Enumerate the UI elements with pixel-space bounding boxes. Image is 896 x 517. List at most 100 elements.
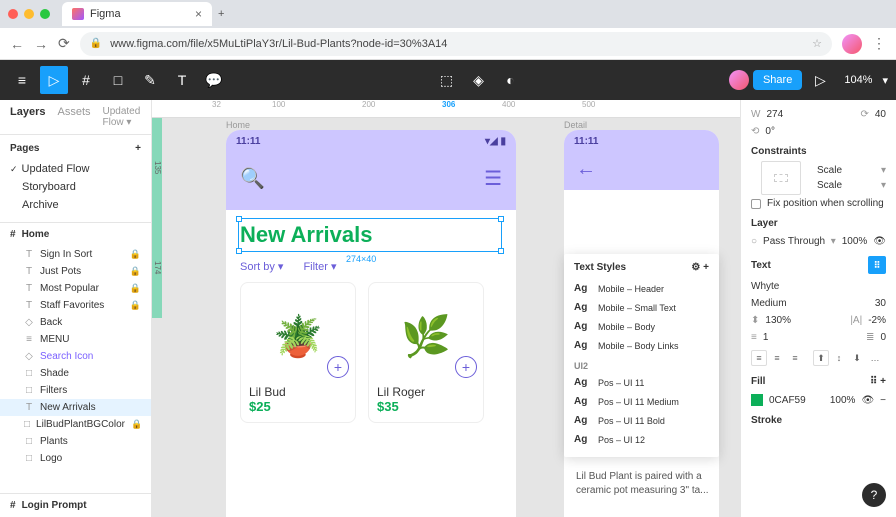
frame-label-detail[interactable]: Detail [564, 120, 587, 130]
layer-item[interactable]: TMost Popular🔒 [0, 280, 151, 297]
fill-hex[interactable]: 0CAF59 [769, 395, 824, 406]
constraint-widget[interactable] [761, 161, 801, 195]
constraint-h[interactable]: Scale▾ [817, 165, 886, 176]
layer-item[interactable]: TSign In Sort🔒 [0, 246, 151, 263]
align-left-icon[interactable]: ≡ [751, 350, 767, 366]
reload-icon[interactable]: ⟳ [58, 35, 70, 52]
text-tool[interactable]: T [168, 66, 196, 94]
fill-visibility-icon[interactable]: 👁 [861, 395, 874, 406]
browser-menu-icon[interactable]: ⋮ [872, 35, 886, 52]
tab-layers[interactable]: Layers [10, 106, 45, 128]
layer-item[interactable]: □LilBudPlantBGColor🔒 [0, 416, 151, 433]
zoom-chevron-icon[interactable]: ▾ [882, 74, 888, 87]
fill-swatch[interactable] [751, 394, 763, 406]
layer-item[interactable]: ≡MENU [0, 331, 151, 348]
bookmark-icon[interactable]: ☆ [812, 37, 822, 50]
layer-item[interactable]: □Shade [0, 365, 151, 382]
text-style-item[interactable]: AgPos – UI 11 Medium [564, 392, 719, 411]
menu-icon[interactable]: ≡ [8, 66, 36, 94]
user-avatar[interactable] [729, 70, 749, 90]
share-button[interactable]: Share [753, 70, 802, 90]
font-weight[interactable]: Medium [751, 298, 869, 309]
remove-fill-icon[interactable]: − [880, 395, 886, 406]
flow-dropdown[interactable]: Updated Flow ▾ [103, 106, 142, 128]
align-middle-icon[interactable]: ↕ [831, 350, 847, 366]
layer-opacity[interactable]: 100% [842, 236, 868, 247]
frame-label-home[interactable]: Home [226, 120, 250, 130]
constraint-v[interactable]: Scale▾ [817, 180, 886, 191]
settings-icon[interactable]: ⚙ [691, 262, 700, 273]
minimize-window[interactable] [24, 9, 34, 19]
layer-item[interactable]: TJust Pots🔒 [0, 263, 151, 280]
text-style-item[interactable]: AgMobile – Body [564, 317, 719, 336]
shape-tool[interactable]: □ [104, 66, 132, 94]
pen-tool[interactable]: ✎ [136, 66, 164, 94]
comment-tool[interactable]: 💬 [200, 66, 228, 94]
fill-style-icon[interactable]: ⠿ [870, 376, 877, 387]
layer-item[interactable]: □Plants [0, 433, 151, 450]
page-item[interactable]: Archive [10, 196, 141, 214]
layer-label: Layer [741, 212, 896, 233]
add-button: + [455, 356, 477, 378]
maximize-window[interactable] [40, 9, 50, 19]
help-button[interactable]: ? [862, 483, 886, 507]
text-style-item[interactable]: AgMobile – Header [564, 279, 719, 298]
page-item[interactable]: Updated Flow [10, 160, 141, 178]
layer-item[interactable]: □Logo [0, 450, 151, 467]
mask-icon[interactable]: ◐ [496, 66, 524, 94]
paragraph-spacing[interactable]: 0 [880, 332, 886, 343]
page-item[interactable]: Storyboard [10, 178, 141, 196]
blend-mode[interactable]: Pass Through▾ [763, 236, 836, 247]
edit-object-icon[interactable]: ⬚ [432, 66, 460, 94]
present-icon[interactable]: ▷ [806, 66, 834, 94]
profile-avatar[interactable] [842, 34, 862, 54]
text-style-item[interactable]: AgPos – UI 12 [564, 430, 719, 449]
url-field[interactable]: 🔒 www.figma.com/file/x5MuLtiPlaY3r/Lil-B… [80, 32, 832, 56]
frame-icon: # [10, 229, 16, 240]
layer-item[interactable]: ◇Search Icon [0, 348, 151, 365]
tab-assets[interactable]: Assets [57, 106, 90, 128]
fill-opacity[interactable]: 100% [830, 395, 856, 406]
layer-item[interactable]: TStaff Favorites🔒 [0, 297, 151, 314]
text-style-item[interactable]: AgPos – UI 11 Bold [564, 411, 719, 430]
layer-item[interactable]: ◇Back [0, 314, 151, 331]
text-style-item[interactable]: AgMobile – Small Text [564, 298, 719, 317]
letter-spacing[interactable]: -2% [868, 315, 886, 326]
line-height[interactable]: 130% [765, 315, 844, 326]
paragraph-indent[interactable]: 1 [763, 332, 860, 343]
add-style-icon[interactable]: + [703, 262, 709, 273]
add-page-icon[interactable]: + [135, 143, 141, 154]
zoom-level[interactable]: 104% [838, 74, 878, 86]
add-fill-icon[interactable]: + [880, 376, 886, 387]
text-style-item[interactable]: AgMobile – Body Links [564, 336, 719, 355]
close-window[interactable] [8, 9, 18, 19]
canvas[interactable]: 32 100 200 306 400 500 135174 Home Detai… [152, 100, 740, 517]
new-tab-button[interactable]: + [218, 8, 224, 20]
frame-tool[interactable]: # [72, 66, 100, 94]
fix-position-checkbox[interactable] [751, 199, 761, 209]
text-style-item[interactable]: AgPos – UI 11 [564, 373, 719, 392]
layer-item[interactable]: TNew Arrivals [0, 399, 151, 416]
layer-item[interactable]: □Filters [0, 382, 151, 399]
height-value[interactable]: 40 [875, 109, 886, 120]
align-right-icon[interactable]: ≡ [787, 350, 803, 366]
visibility-icon[interactable]: 👁 [873, 236, 886, 247]
back-icon[interactable]: ← [10, 36, 24, 52]
close-tab-icon[interactable]: × [195, 7, 202, 21]
font-family[interactable]: Whyte [741, 278, 896, 295]
align-top-icon[interactable]: ⬆ [813, 350, 829, 366]
artboard-home[interactable]: 11:11▾◢ ▮ 🔍 ☰ New Arrivals 274×40 Sort b… [226, 130, 516, 517]
component-icon[interactable]: ◈ [464, 66, 492, 94]
root-frame[interactable]: Home [22, 229, 50, 240]
browser-tab[interactable]: Figma × [62, 2, 212, 26]
align-bottom-icon[interactable]: ⬇ [849, 350, 865, 366]
align-center-icon[interactable]: ≡ [769, 350, 785, 366]
rotation-value[interactable]: 0° [765, 126, 775, 137]
font-size[interactable]: 30 [875, 298, 886, 309]
text-options-icon[interactable]: … [867, 350, 883, 366]
width-value[interactable]: 274 [766, 109, 783, 120]
forward-icon[interactable]: → [34, 36, 48, 52]
move-tool[interactable]: ▷ [40, 66, 68, 94]
style-icon[interactable]: ⠿ [868, 256, 886, 274]
login-frame-item[interactable]: #Login Prompt [0, 493, 151, 517]
